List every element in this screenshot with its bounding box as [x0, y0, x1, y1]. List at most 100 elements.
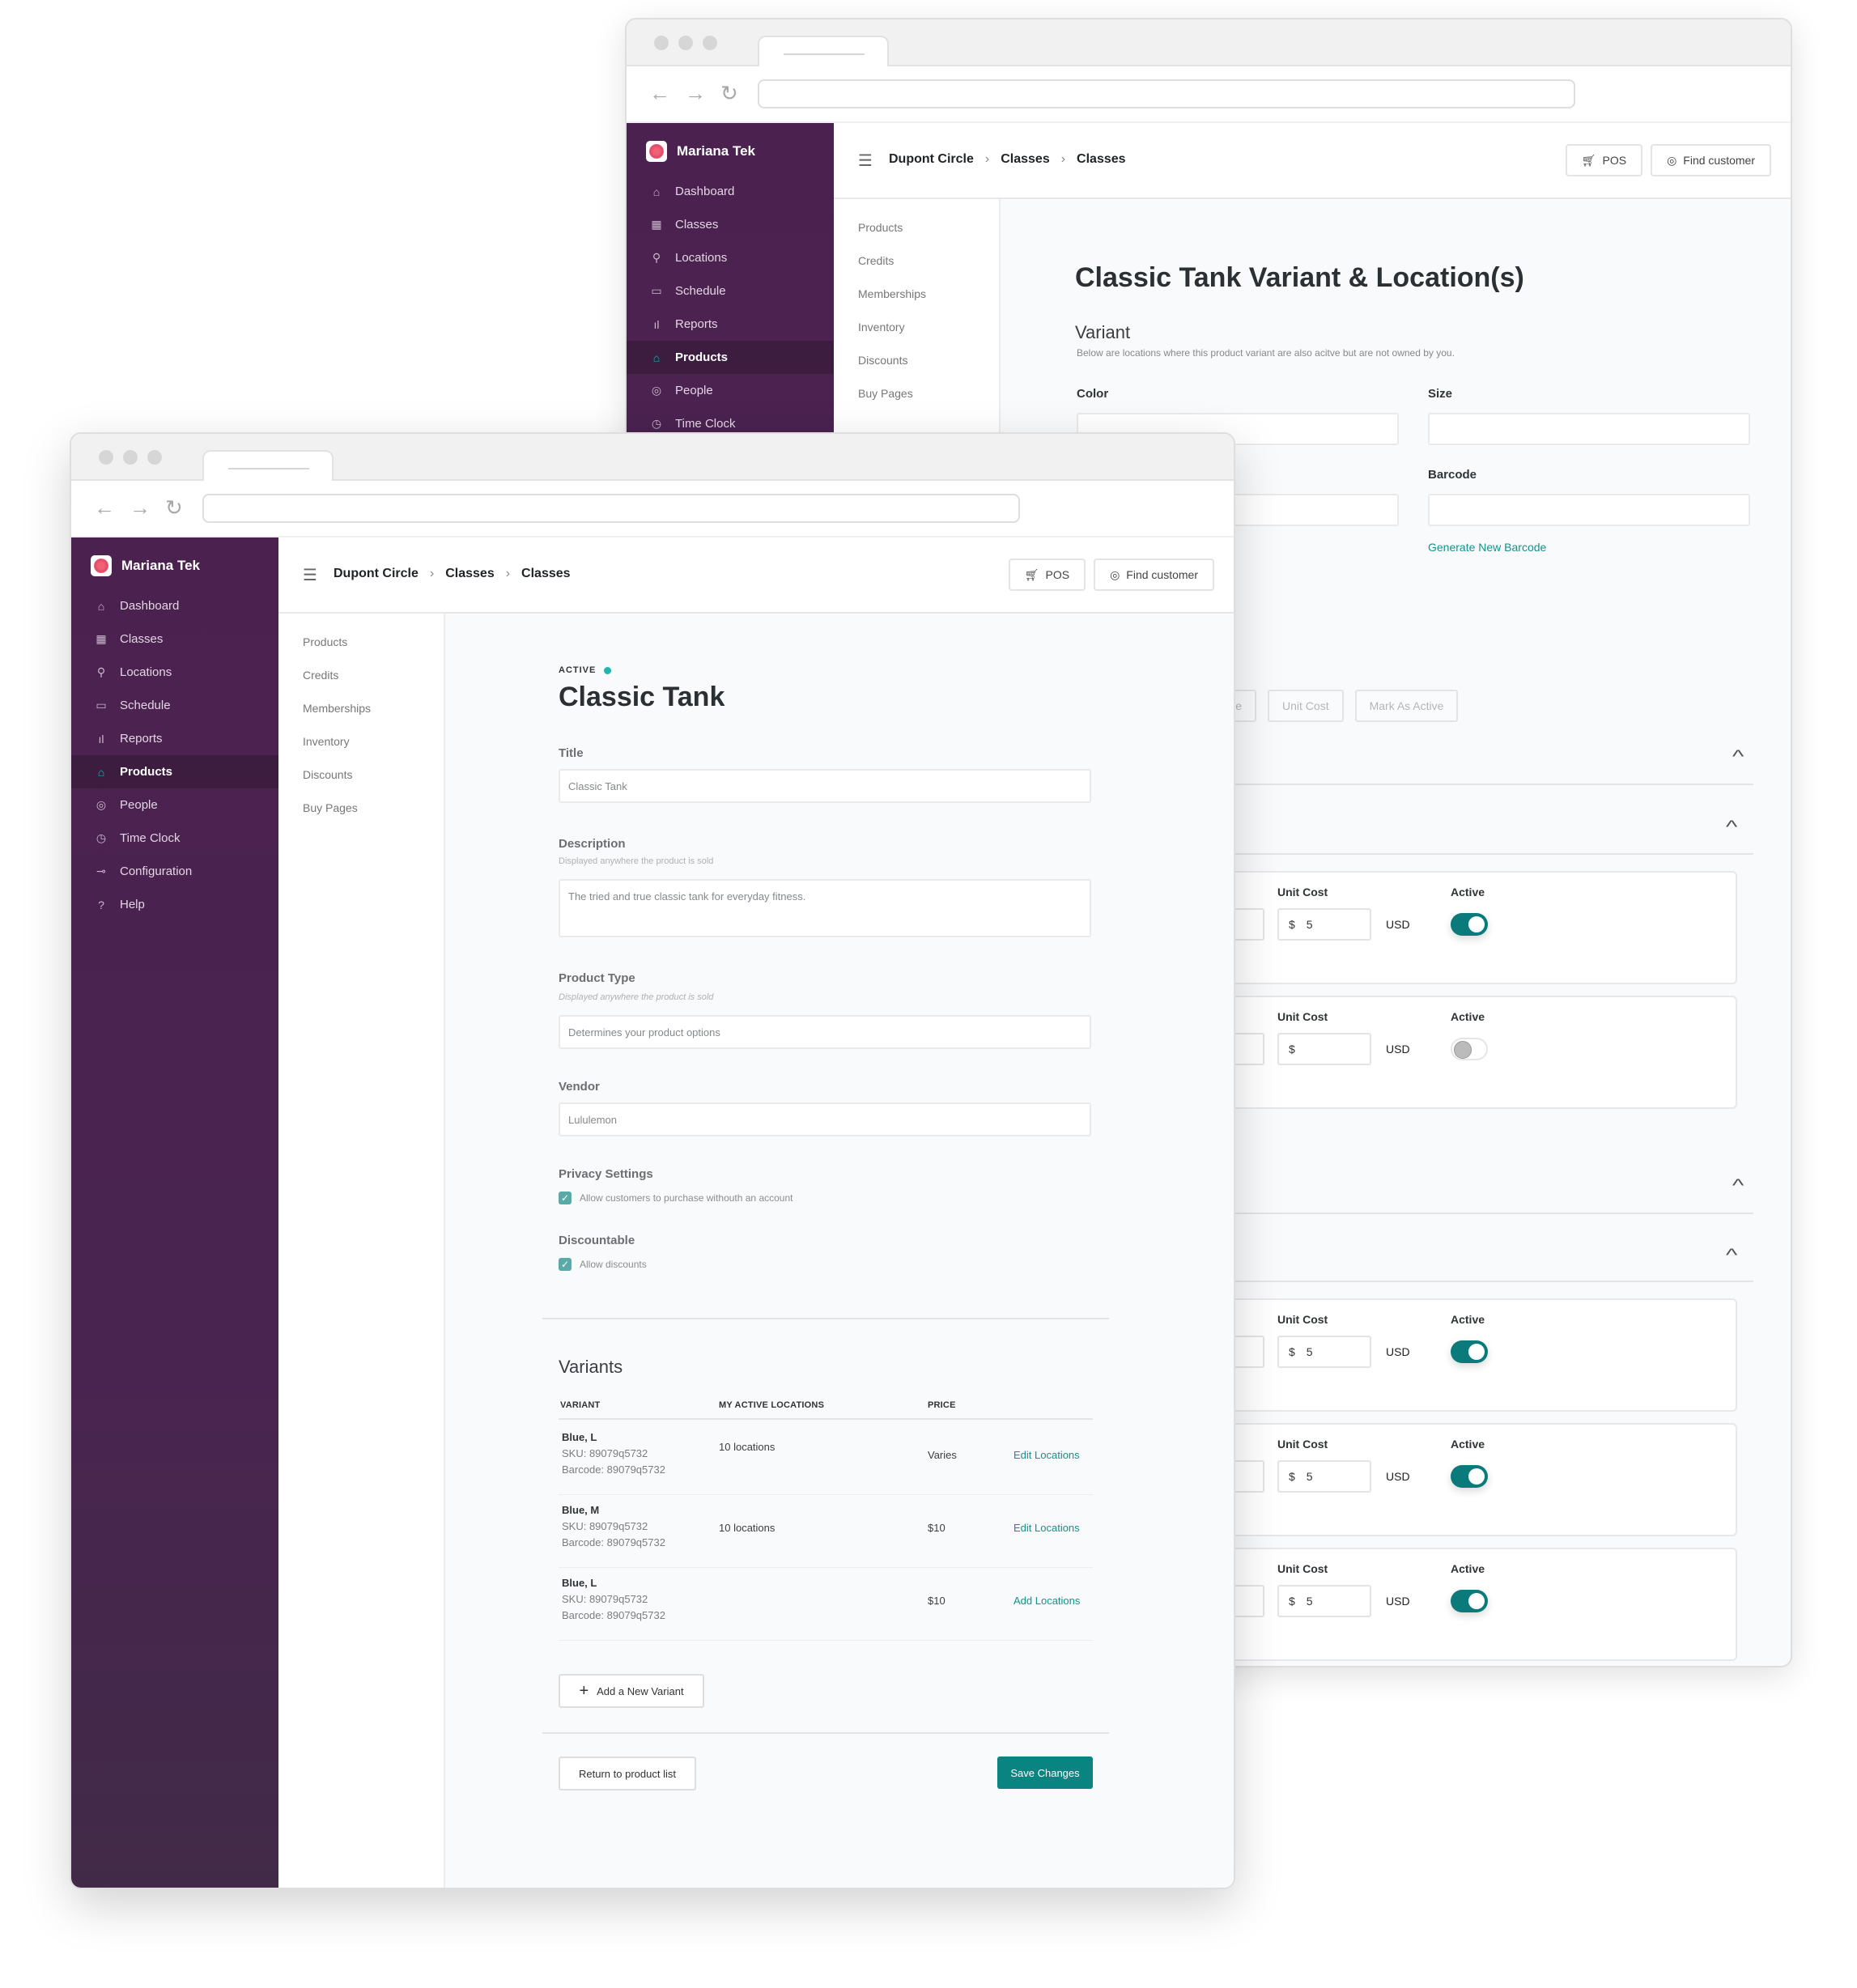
- detail-pill-unit-cost[interactable]: Unit Cost: [1268, 690, 1344, 722]
- title-input[interactable]: Classic Tank: [559, 769, 1091, 803]
- menu-icon[interactable]: ☰: [858, 151, 873, 171]
- sidebar-item-locations[interactable]: ⚲ Locations: [627, 241, 834, 274]
- sidebar-item-schedule[interactable]: ▭ Schedule: [627, 274, 834, 308]
- detail-pill-mark-as-active[interactable]: Mark As Active: [1354, 690, 1459, 722]
- unit-cost-input[interactable]: $5: [1277, 908, 1371, 941]
- breadcrumb-item[interactable]: Dupont Circle: [889, 152, 974, 167]
- sidebar-item-products[interactable]: ⌂ Products: [627, 341, 834, 374]
- checkbox-checked-icon[interactable]: ✓: [559, 1258, 572, 1271]
- page-title: Classic Tank Variant & Location(s): [1075, 262, 1524, 293]
- chevron-up-icon[interactable]: ^: [1726, 1245, 1737, 1266]
- menu-icon[interactable]: ☰: [303, 565, 317, 585]
- discountable-checkbox-row[interactable]: ✓ Allow discounts: [559, 1258, 647, 1271]
- subnav-item-inventory[interactable]: Inventory: [834, 310, 999, 343]
- unit-cost-input[interactable]: $5: [1277, 1336, 1371, 1368]
- window-maximize-button[interactable]: [703, 36, 717, 50]
- barcode-input[interactable]: [1428, 494, 1750, 526]
- return-button[interactable]: Return to product list: [559, 1756, 696, 1790]
- subnav-item-discounts[interactable]: Discounts: [834, 343, 999, 376]
- plus-icon: +: [579, 1681, 589, 1700]
- sidebar-item-schedule[interactable]: ▭ Schedule: [71, 689, 278, 722]
- pos-button[interactable]: 🛒︎ POS: [1565, 144, 1643, 176]
- back-arrow-icon[interactable]: ←: [94, 495, 115, 520]
- sidebar-item-reports[interactable]: ıl Reports: [71, 722, 278, 755]
- sidebar-item-products[interactable]: ⌂ Products: [71, 755, 278, 788]
- window-minimize-button[interactable]: [678, 36, 693, 50]
- sidebar-item-classes[interactable]: ▦ Classes: [627, 208, 834, 241]
- reload-icon[interactable]: ↻: [165, 495, 183, 520]
- subnav-item-inventory[interactable]: Inventory: [278, 724, 444, 758]
- sidebar-item-configuration[interactable]: ⊸ Configuration: [71, 855, 278, 888]
- forward-arrow-icon[interactable]: →: [130, 495, 151, 520]
- unit-cost-input[interactable]: $: [1277, 1033, 1371, 1065]
- active-toggle[interactable]: [1451, 1465, 1488, 1488]
- subnav-item-credits[interactable]: Credits: [278, 658, 444, 691]
- active-toggle[interactable]: [1451, 1340, 1488, 1363]
- sidebar-item-reports[interactable]: ıl Reports: [627, 308, 834, 341]
- browser-tab[interactable]: [202, 450, 334, 482]
- chevron-up-icon[interactable]: ^: [1732, 1175, 1744, 1196]
- active-toggle[interactable]: [1451, 1038, 1488, 1060]
- breadcrumb-item[interactable]: Dupont Circle: [334, 567, 419, 581]
- sidebar-item-time-clock[interactable]: ◷ Time Clock: [71, 822, 278, 855]
- size-input[interactable]: [1428, 413, 1750, 445]
- browser-window-front: ← → ↻ Mariana Tek ⌂ Dashboard ▦ Classes ⚲ Loc…: [70, 432, 1235, 1889]
- chevron-up-icon[interactable]: ^: [1732, 746, 1744, 767]
- divider: [542, 1318, 1109, 1319]
- sidebar-item-classes[interactable]: ▦ Classes: [71, 622, 278, 656]
- calendar-icon: ▭: [651, 284, 662, 297]
- active-toggle[interactable]: [1451, 913, 1488, 936]
- browser-tab[interactable]: [758, 36, 889, 68]
- chevron-right-icon: ›: [984, 152, 990, 166]
- unit-cost-input[interactable]: $5: [1277, 1585, 1371, 1617]
- vendor-input[interactable]: Lululemon: [559, 1102, 1091, 1136]
- subnav-item-credits[interactable]: Credits: [834, 244, 999, 277]
- subnav-item-buy-pages[interactable]: Buy Pages: [278, 791, 444, 824]
- breadcrumb-item[interactable]: Classes: [445, 567, 495, 581]
- active-toggle[interactable]: [1451, 1590, 1488, 1612]
- subnav-item-discounts[interactable]: Discounts: [278, 758, 444, 791]
- sidebar-item-people[interactable]: ◎ People: [627, 374, 834, 407]
- subnav-item-memberships[interactable]: Memberships: [834, 277, 999, 310]
- subnav-item-products[interactable]: Products: [278, 625, 444, 658]
- reload-icon[interactable]: ↻: [720, 81, 738, 105]
- add-locations-link[interactable]: Add Locations: [1013, 1595, 1080, 1607]
- address-bar[interactable]: [202, 494, 1020, 523]
- subnav-item-memberships[interactable]: Memberships: [278, 691, 444, 724]
- subnav-item-products[interactable]: Products: [834, 210, 999, 244]
- breadcrumb-item[interactable]: Classes: [1001, 152, 1050, 167]
- find-customer-button[interactable]: ◎ Find customer: [1651, 144, 1771, 176]
- description-textarea[interactable]: The tried and true classic tank for ever…: [559, 879, 1091, 937]
- edit-locations-link[interactable]: Edit Locations: [1013, 1449, 1080, 1461]
- window-close-button[interactable]: [654, 36, 669, 50]
- sidebar-item-locations[interactable]: ⚲ Locations: [71, 656, 278, 689]
- product-type-input[interactable]: Determines your product options: [559, 1015, 1091, 1049]
- window-maximize-button[interactable]: [147, 450, 162, 465]
- breadcrumb-item[interactable]: Classes: [1077, 152, 1126, 167]
- checkbox-checked-icon[interactable]: ✓: [559, 1192, 572, 1204]
- save-changes-button[interactable]: Save Changes: [997, 1756, 1093, 1789]
- privacy-checkbox-row[interactable]: ✓ Allow customers to purchase withouth a…: [559, 1192, 793, 1204]
- sidebar-item-dashboard[interactable]: ⌂ Dashboard: [71, 589, 278, 622]
- sub-nav: Products Credits Memberships Inventory Disco…: [278, 614, 445, 1888]
- sidebar-item-help[interactable]: ? Help: [71, 888, 278, 921]
- user-circle-icon: ◎: [1667, 153, 1677, 167]
- browser-tab-bar: [71, 434, 1234, 482]
- back-arrow-icon[interactable]: ←: [649, 81, 670, 105]
- window-close-button[interactable]: [99, 450, 113, 465]
- pos-button[interactable]: 🛒︎ POS: [1008, 559, 1086, 591]
- sidebar-item-people[interactable]: ◎ People: [71, 788, 278, 822]
- chevron-up-icon[interactable]: ^: [1726, 817, 1737, 838]
- find-customer-button[interactable]: ◎ Find customer: [1094, 559, 1214, 591]
- add-variant-button[interactable]: + Add a New Variant: [559, 1674, 704, 1708]
- edit-locations-link[interactable]: Edit Locations: [1013, 1522, 1080, 1534]
- subnav-item-buy-pages[interactable]: Buy Pages: [834, 376, 999, 410]
- breadcrumb-item[interactable]: Classes: [521, 567, 571, 581]
- product-type-label: Product Type: [559, 971, 635, 985]
- generate-barcode-link[interactable]: Generate New Barcode: [1428, 541, 1546, 554]
- address-bar[interactable]: [758, 79, 1575, 108]
- unit-cost-input[interactable]: $5: [1277, 1460, 1371, 1493]
- forward-arrow-icon[interactable]: →: [685, 81, 706, 105]
- sidebar-item-dashboard[interactable]: ⌂ Dashboard: [627, 175, 834, 208]
- window-minimize-button[interactable]: [123, 450, 138, 465]
